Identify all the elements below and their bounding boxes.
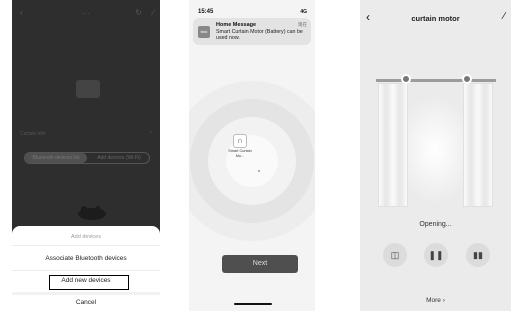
scan-screen: 15:45 4G tedo Home Message Smart Curtain… (189, 0, 315, 311)
found-device[interactable]: ∩ Smart Curtain Mo... (226, 134, 254, 158)
app-icon: tedo (198, 26, 210, 38)
device-icon: ∩ (233, 134, 247, 148)
page-title: curtain motor (411, 14, 460, 23)
cancel-button[interactable]: Cancel (12, 299, 160, 306)
divider (12, 245, 160, 246)
scan-dot (258, 170, 260, 172)
action-sheet: Add devices Associate Bluetooth devices … (12, 226, 160, 311)
empty-state-illustration (78, 206, 106, 220)
device-name: Smart Curtain Mo... (228, 149, 252, 158)
status-text: Opening... (419, 221, 452, 228)
pause-icon: ❚❚ (428, 250, 444, 260)
device-row-label: Curtain info (20, 131, 46, 137)
highlight-box (49, 275, 129, 290)
edit-icon[interactable]: ∕ (503, 11, 505, 22)
right-curtain (463, 83, 493, 207)
home-indicator[interactable] (234, 303, 272, 305)
notification-time: 现在 (298, 22, 307, 27)
close-button[interactable]: ▮▮ (466, 243, 490, 267)
divider (12, 292, 160, 295)
close-icon: ▮▮ (473, 250, 483, 260)
chevron-right-icon[interactable]: › (150, 130, 152, 136)
left-curtain (378, 83, 408, 207)
refresh-icon[interactable]: ↻ (135, 8, 142, 17)
header: ‹ curtain motor ∕ (360, 0, 511, 30)
curtain-rail (376, 79, 496, 82)
segment-wifi[interactable]: Add devices (Wi-Fi) (89, 153, 149, 163)
pause-button[interactable]: ❚❚ (424, 243, 448, 267)
curtain-control-screen: ‹ curtain motor ∕ Opening... ◫ ❚❚ ▮▮ Mor… (360, 0, 511, 311)
status-signal: 4G (300, 9, 307, 15)
edit-icon[interactable]: ∕ (153, 8, 154, 17)
top-bar: ‹ ··· ↻ ∕ (12, 0, 160, 30)
add-devices-screen: ‹ ··· ↻ ∕ Curtain info › Bluetooth devic… (12, 0, 160, 311)
left-curtain-handle[interactable] (401, 74, 411, 84)
status-bar: 15:45 4G (189, 0, 315, 15)
next-button[interactable]: Next (222, 255, 298, 273)
sheet-title: Add devices (71, 234, 101, 240)
device-image (76, 80, 100, 98)
notification-banner[interactable]: tedo Home Message Smart Curtain Motor (B… (193, 18, 311, 45)
open-button[interactable]: ◫ (383, 243, 407, 267)
segment-control: Bluetooth devices list Add devices (Wi-F… (24, 152, 150, 164)
open-icon: ◫ (390, 250, 400, 260)
associate-bluetooth-option[interactable]: Associate Bluetooth devices (12, 255, 160, 262)
status-time: 15:45 (198, 9, 214, 15)
segment-bluetooth[interactable]: Bluetooth devices list (25, 153, 87, 163)
divider (12, 270, 160, 271)
notification-title: Home Message (216, 22, 257, 28)
radar-scan-graphic (189, 81, 315, 241)
right-curtain-handle[interactable] (462, 74, 472, 84)
more-link[interactable]: More › (360, 297, 511, 304)
notification-body: Smart Curtain Motor (Battery) can be use… (216, 29, 303, 42)
